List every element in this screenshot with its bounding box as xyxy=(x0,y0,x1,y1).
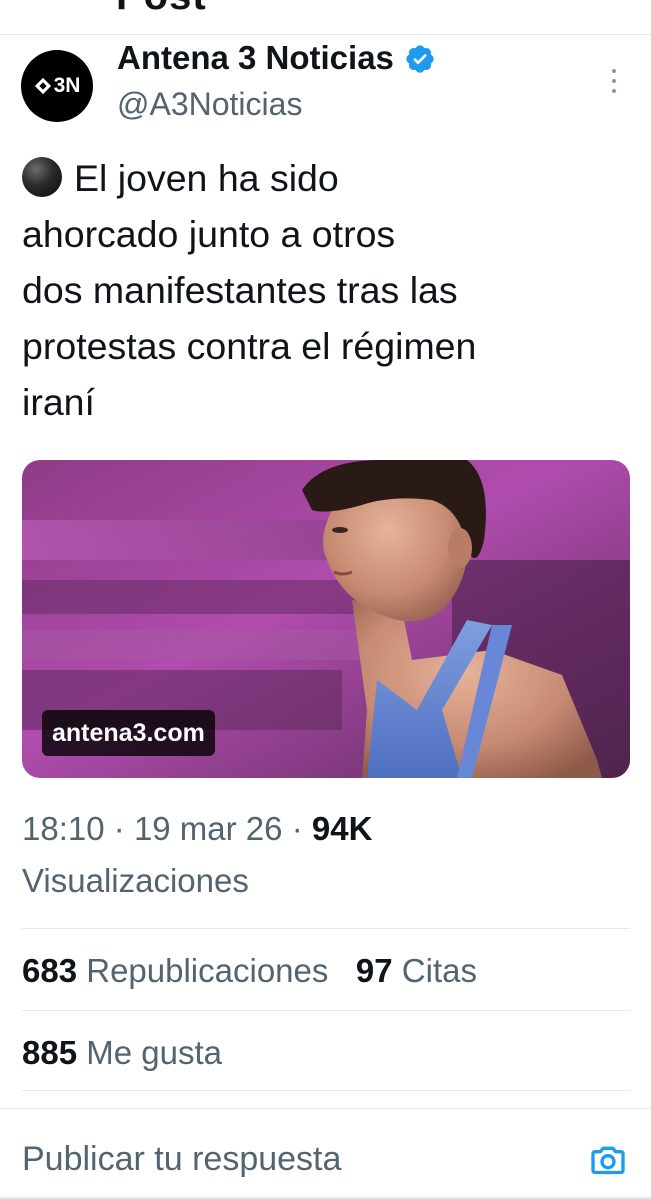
reposts-link[interactable]: 683 Republicaciones xyxy=(22,952,328,989)
post-text-line: dos manifestantes tras las xyxy=(22,269,458,311)
stats-divider xyxy=(22,1090,630,1091)
verified-badge-icon xyxy=(406,45,434,73)
post-text-line: iraní xyxy=(22,381,95,423)
more-options-icon[interactable] xyxy=(606,68,622,94)
header-divider xyxy=(0,34,651,35)
author-name-text[interactable]: Antena 3 Noticias xyxy=(117,39,394,77)
quotes-label: Citas xyxy=(401,952,477,989)
stats-divider xyxy=(22,928,630,929)
post-text-line: protestas contra el régimen xyxy=(22,325,477,367)
meta-separator: · xyxy=(291,810,303,847)
quotes-link[interactable]: 97 Citas xyxy=(356,952,477,989)
repost-quote-stats: 683 Republicaciones 97 Citas xyxy=(22,952,477,990)
views-label: Visualizaciones xyxy=(22,862,249,899)
meta-separator: · xyxy=(113,810,125,847)
post-date[interactable]: 19 mar 26 xyxy=(134,810,283,847)
post-meta: 18:10 · 19 mar 26 · 94K xyxy=(22,810,372,848)
camera-icon[interactable] xyxy=(588,1140,628,1180)
reposts-label: Republicaciones xyxy=(86,952,329,989)
post-text: El joven ha sido ahorcado junto a otros … xyxy=(22,150,622,430)
views-count: 94K xyxy=(311,810,373,847)
likes-stats[interactable]: 885 Me gusta xyxy=(22,1034,222,1072)
link-domain-label: antena3.com xyxy=(42,710,215,756)
likes-label: Me gusta xyxy=(86,1034,222,1071)
author-handle[interactable]: @A3Noticias xyxy=(117,86,302,123)
reply-input[interactable]: Publicar tu respuesta xyxy=(22,1140,341,1179)
author-avatar[interactable]: 3N xyxy=(21,50,93,122)
post-text-line: El joven ha sido xyxy=(22,150,622,206)
page-title: Post xyxy=(116,0,207,19)
black-circle-emoji xyxy=(22,157,62,197)
antena3-logo-icon xyxy=(34,77,51,95)
avatar-text: 3N xyxy=(53,74,81,97)
post-text-line: ahorcado junto a otros xyxy=(22,213,396,255)
likes-count: 885 xyxy=(22,1034,78,1071)
post-time[interactable]: 18:10 xyxy=(22,810,105,847)
avatar-logo: 3N xyxy=(34,74,81,98)
reply-bar-divider xyxy=(0,1108,651,1109)
reposts-count: 683 xyxy=(22,952,78,989)
quotes-count: 97 xyxy=(355,952,393,989)
author-name[interactable]: Antena 3 Noticias xyxy=(117,39,436,77)
stats-divider xyxy=(22,1010,630,1011)
